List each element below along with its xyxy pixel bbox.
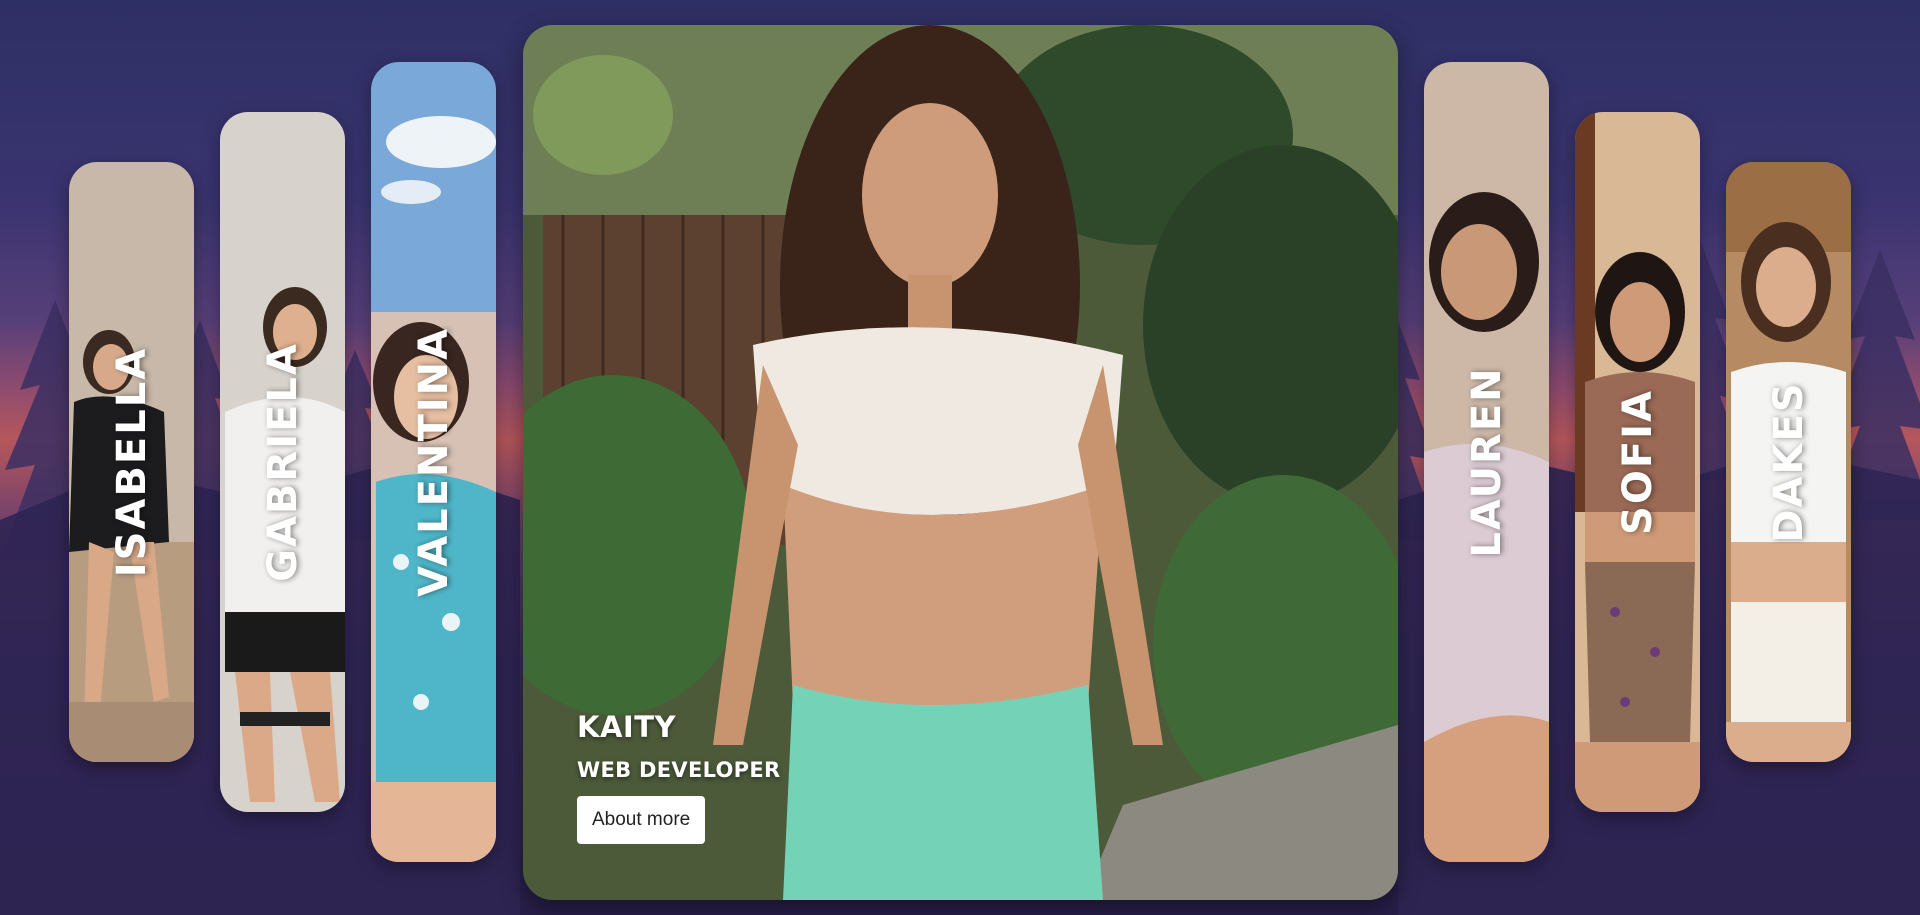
profile-card-gabriela[interactable]: GABRIELA xyxy=(220,112,345,812)
featured-caption: KAITY WEB DEVELOPER About more xyxy=(577,710,781,844)
profile-name: SOFIA xyxy=(1614,389,1661,535)
featured-name: KAITY xyxy=(577,710,676,744)
profile-card-lauren[interactable]: LAUREN xyxy=(1424,62,1549,862)
featured-profile-card: KAITY WEB DEVELOPER About more xyxy=(523,25,1398,900)
profile-name: VALENTINA xyxy=(410,326,457,598)
profile-name: GABRIELA xyxy=(259,342,306,582)
profile-name: DAKES xyxy=(1765,381,1812,543)
profile-card-isabella[interactable]: ISABELLA xyxy=(69,162,194,762)
profile-card-sofia[interactable]: SOFIA xyxy=(1575,112,1700,812)
profile-name: LAUREN xyxy=(1463,366,1510,558)
profile-card-dakes[interactable]: DAKES xyxy=(1726,162,1851,762)
featured-role: WEB DEVELOPER xyxy=(577,758,781,782)
about-more-button[interactable]: About more xyxy=(577,796,706,844)
profile-card-valentina[interactable]: VALENTINA xyxy=(371,62,496,862)
profile-name: ISABELLA xyxy=(108,346,155,578)
